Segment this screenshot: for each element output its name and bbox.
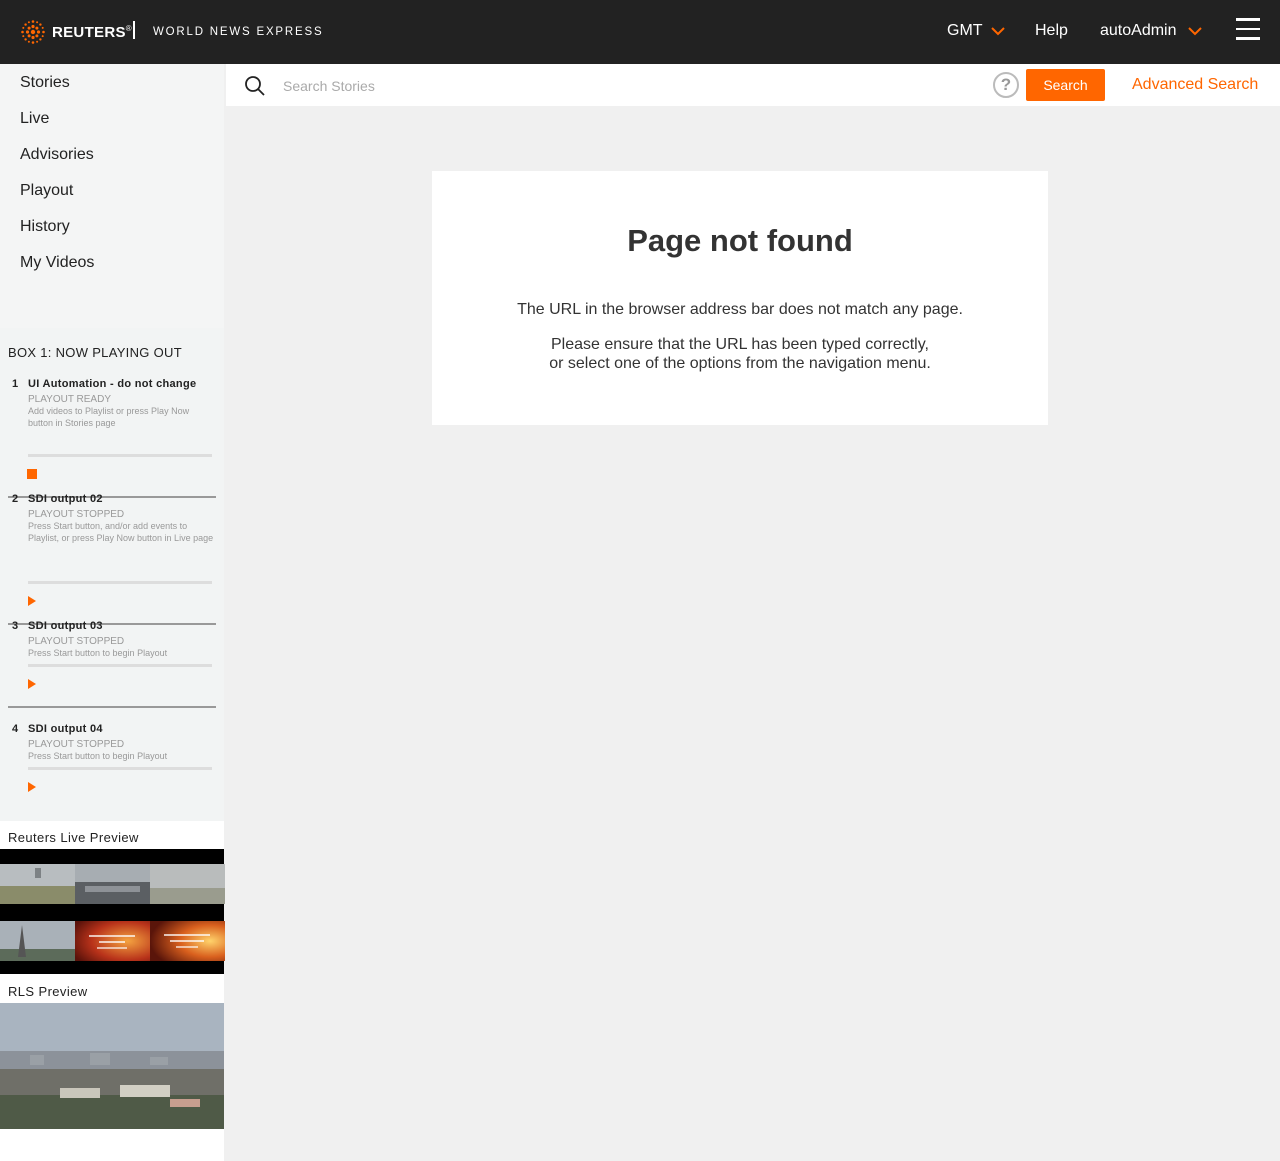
playout-channel: 3 SDI output 03 PLAYOUT STOPPED Press St…: [8, 620, 216, 715]
search-icon[interactable]: [244, 75, 266, 97]
channel-name[interactable]: SDI output 03: [28, 620, 103, 632]
stop-icon[interactable]: [27, 469, 37, 479]
progress-bar: [28, 664, 212, 667]
playout-channel: 1 UI Automation - do not change PLAYOUT …: [8, 378, 216, 498]
live-thumbnail[interactable]: [0, 864, 75, 904]
channel-name[interactable]: UI Automation - do not change: [28, 378, 196, 390]
channel-name[interactable]: SDI output 02: [28, 493, 103, 505]
user-menu[interactable]: autoAdmin: [1100, 22, 1177, 40]
search-bar: ? Search Advanced Search: [226, 64, 1280, 106]
channel-name[interactable]: SDI output 04: [28, 723, 103, 735]
chevron-down-icon[interactable]: [991, 26, 1005, 36]
sidebar-item-playout[interactable]: Playout: [20, 182, 73, 200]
playout-channel: 2 SDI output 02 PLAYOUT STOPPED Press St…: [8, 493, 216, 625]
advanced-search-link[interactable]: Advanced Search: [1132, 76, 1258, 94]
brand-separator: [133, 21, 135, 39]
progress-bar: [28, 454, 212, 457]
error-message: The URL in the browser address bar does …: [517, 301, 963, 318]
chevron-down-icon[interactable]: [1188, 26, 1202, 36]
sidebar-item-history[interactable]: History: [20, 218, 70, 236]
play-icon[interactable]: [28, 596, 36, 606]
channel-status: PLAYOUT STOPPED: [28, 509, 125, 520]
sidebar-item-my-videos[interactable]: My Videos: [20, 254, 94, 272]
help-link[interactable]: Help: [1035, 22, 1068, 40]
sidebar-item-advisories[interactable]: Advisories: [20, 146, 94, 164]
play-icon[interactable]: [28, 679, 36, 689]
product-name: WORLD NEWS EXPRESS: [153, 26, 324, 38]
help-icon[interactable]: ?: [993, 72, 1019, 98]
channel-description: Add videos to Playlist or press Play Now…: [28, 406, 190, 428]
channel-status: PLAYOUT STOPPED: [28, 739, 125, 750]
progress-bar: [28, 581, 212, 584]
live-thumbnail[interactable]: [150, 921, 225, 961]
timezone-selector[interactable]: GMT: [947, 22, 983, 40]
playout-channel: 4 SDI output 04 PLAYOUT STOPPED Press St…: [8, 723, 216, 818]
channel-description: Press Start button, and/or add events to…: [28, 521, 214, 543]
reuters-logo-icon[interactable]: [20, 19, 46, 45]
error-card: Page not found The URL in the browser ad…: [432, 171, 1048, 425]
channel-description: Press Start button to begin Playout: [28, 751, 168, 761]
live-thumbnail[interactable]: [75, 921, 150, 961]
now-playing-title: BOX 1: NOW PLAYING OUT: [8, 345, 182, 360]
channel-status: PLAYOUT STOPPED: [28, 636, 125, 647]
channel-status: PLAYOUT READY: [28, 394, 111, 405]
error-hint: or select one of the options from the na…: [549, 355, 931, 372]
live-thumbnail[interactable]: [75, 864, 150, 904]
sidebar-item-live[interactable]: Live: [20, 110, 49, 128]
channel-number: 4: [12, 723, 19, 735]
live-preview-grid: [0, 849, 225, 974]
top-bar: REUTERS® WORLD NEWS EXPRESS GMT Help aut…: [0, 0, 1280, 64]
channel-number: 1: [12, 378, 19, 390]
channel-description: Press Start button to begin Playout: [28, 648, 168, 658]
rls-preview-title: RLS Preview: [8, 984, 88, 999]
live-preview-title: Reuters Live Preview: [8, 830, 139, 845]
divider: [8, 706, 216, 708]
live-thumbnail[interactable]: [0, 921, 75, 961]
sidebar-item-stories[interactable]: Stories: [20, 74, 70, 92]
progress-bar: [28, 767, 212, 770]
error-hint: Please ensure that the URL has been type…: [551, 336, 929, 353]
page-title: Page not found: [627, 223, 853, 258]
live-thumbnail[interactable]: [150, 864, 225, 904]
channel-number: 3: [12, 620, 19, 632]
sidebar-nav: Stories Live Advisories Playout History …: [0, 64, 224, 328]
play-icon[interactable]: [28, 782, 36, 792]
sidebar: Stories Live Advisories Playout History …: [0, 64, 225, 1161]
rls-preview-image[interactable]: [0, 1003, 224, 1129]
search-input[interactable]: [283, 73, 983, 99]
search-button[interactable]: Search: [1026, 69, 1105, 101]
brand-name[interactable]: REUTERS®: [52, 24, 132, 41]
now-playing-panel: BOX 1: NOW PLAYING OUT 1 UI Automation -…: [0, 328, 224, 821]
channel-number: 2: [12, 493, 19, 505]
hamburger-menu-icon[interactable]: [1236, 18, 1260, 42]
